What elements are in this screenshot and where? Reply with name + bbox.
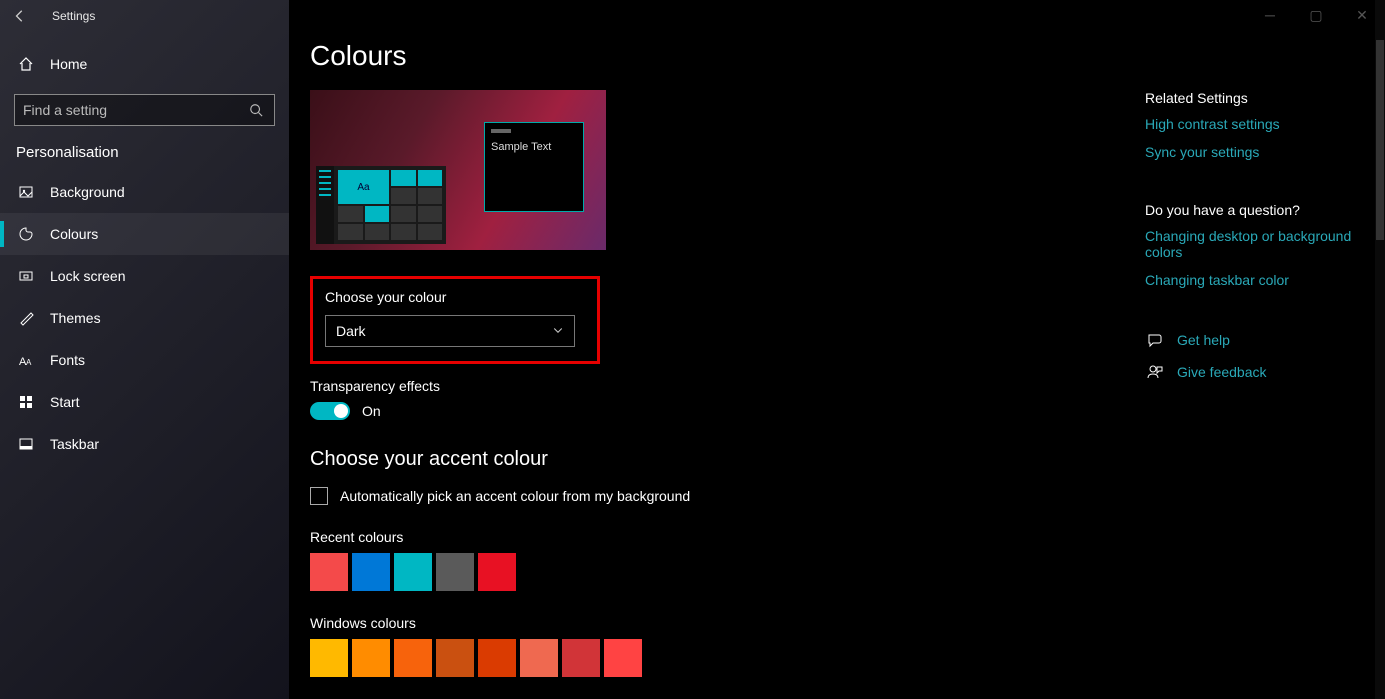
sidebar-item-label: Themes [50, 310, 101, 326]
back-icon[interactable] [8, 4, 32, 28]
get-help-row[interactable]: Get help [1145, 330, 1365, 350]
recent-colour-row [310, 553, 1115, 591]
search-icon [246, 100, 266, 120]
home-label: Home [50, 56, 87, 72]
minimize-button[interactable]: ─ [1247, 0, 1293, 30]
nav-list: Background Colours Lock screen Themes AA Font… [0, 171, 289, 465]
sidebar-item-start[interactable]: Start [0, 381, 289, 423]
start-icon [16, 392, 36, 412]
sidebar-item-taskbar[interactable]: Taskbar [0, 423, 289, 465]
windows-colour-swatch[interactable] [604, 639, 642, 677]
home-icon [16, 54, 36, 74]
preview-window: Sample Text [484, 122, 584, 212]
fonts-icon: AA [16, 350, 36, 370]
sidebar-item-fonts[interactable]: AA Fonts [0, 339, 289, 381]
sidebar-item-label: Start [50, 394, 80, 410]
choose-colour-highlight: Choose your colour Dark [310, 276, 600, 364]
transparency-toggle-row: On [310, 402, 1115, 420]
sidebar: Settings Home Personalisation Background… [0, 0, 289, 699]
preview-tile-accent: Aa [338, 170, 389, 204]
image-icon [16, 182, 36, 202]
titlebar: Settings [0, 0, 289, 32]
sidebar-item-lock-screen[interactable]: Lock screen [0, 255, 289, 297]
sidebar-item-label: Lock screen [50, 268, 125, 284]
search-box[interactable] [14, 94, 275, 126]
preview-sample-text: Sample Text [491, 141, 577, 153]
feedback-icon [1145, 362, 1165, 382]
recent-colour-swatch[interactable] [478, 553, 516, 591]
maximize-button[interactable]: ▢ [1293, 0, 1339, 30]
help-icon [1145, 330, 1165, 350]
app-title: Settings [52, 9, 95, 23]
colour-preview: Aa Sample Text [310, 90, 606, 250]
windows-colour-swatch[interactable] [310, 639, 348, 677]
page-title: Colours [310, 40, 1115, 72]
home-nav[interactable]: Home [0, 44, 289, 84]
window-controls: ─ ▢ ✕ [1247, 0, 1385, 30]
question-link-desktop-colors[interactable]: Changing desktop or background colors [1145, 228, 1365, 260]
sidebar-item-label: Colours [50, 226, 98, 242]
transparency-state: On [362, 403, 381, 419]
transparency-label: Transparency effects [310, 378, 1115, 394]
right-panel: Related Settings High contrast settings … [1145, 90, 1385, 394]
windows-colour-swatch[interactable] [394, 639, 432, 677]
colour-mode-value: Dark [336, 323, 366, 339]
colour-mode-dropdown[interactable]: Dark [325, 315, 575, 347]
windows-colour-swatch[interactable] [352, 639, 390, 677]
windows-colour-row [310, 639, 1115, 677]
svg-text:A: A [26, 358, 32, 367]
sidebar-item-background[interactable]: Background [0, 171, 289, 213]
palette-icon [16, 224, 36, 244]
question-heading: Do you have a question? [1145, 202, 1365, 218]
section-title: Personalisation [0, 126, 289, 171]
give-feedback-link[interactable]: Give feedback [1177, 364, 1267, 380]
chevron-down-icon [552, 323, 564, 339]
get-help-link[interactable]: Get help [1177, 332, 1230, 348]
windows-colour-swatch[interactable] [436, 639, 474, 677]
auto-accent-checkbox[interactable] [310, 487, 328, 505]
brush-icon [16, 308, 36, 328]
recent-colour-swatch[interactable] [352, 553, 390, 591]
windows-colour-swatch[interactable] [562, 639, 600, 677]
main-content: Colours Aa Sample Text Choose your colou… [310, 40, 1115, 699]
accent-heading: Choose your accent colour [310, 448, 1115, 471]
auto-accent-label: Automatically pick an accent colour from… [340, 488, 690, 504]
sidebar-item-themes[interactable]: Themes [0, 297, 289, 339]
sidebar-item-colours[interactable]: Colours [0, 213, 289, 255]
windows-colours-label: Windows colours [310, 615, 1115, 631]
auto-accent-checkbox-row[interactable]: Automatically pick an accent colour from… [310, 487, 1115, 505]
transparency-toggle[interactable] [310, 402, 350, 420]
give-feedback-row[interactable]: Give feedback [1145, 362, 1365, 382]
search-input[interactable] [23, 102, 246, 118]
sidebar-item-label: Taskbar [50, 436, 99, 452]
recent-colour-swatch[interactable] [394, 553, 432, 591]
windows-colour-swatch[interactable] [520, 639, 558, 677]
sidebar-item-label: Fonts [50, 352, 85, 368]
lock-screen-icon [16, 266, 36, 286]
recent-colours-label: Recent colours [310, 529, 1115, 545]
choose-colour-label: Choose your colour [325, 289, 585, 305]
related-settings-heading: Related Settings [1145, 90, 1365, 106]
vertical-scrollbar[interactable] [1375, 0, 1385, 699]
scrollbar-thumb[interactable] [1376, 40, 1384, 240]
preview-start-menu: Aa [316, 166, 446, 244]
related-link-high-contrast[interactable]: High contrast settings [1145, 116, 1365, 132]
windows-colour-swatch[interactable] [478, 639, 516, 677]
sidebar-item-label: Background [50, 184, 125, 200]
related-link-sync[interactable]: Sync your settings [1145, 144, 1365, 160]
recent-colour-swatch[interactable] [310, 553, 348, 591]
taskbar-icon [16, 434, 36, 454]
question-link-taskbar-color[interactable]: Changing taskbar color [1145, 272, 1365, 288]
recent-colour-swatch[interactable] [436, 553, 474, 591]
